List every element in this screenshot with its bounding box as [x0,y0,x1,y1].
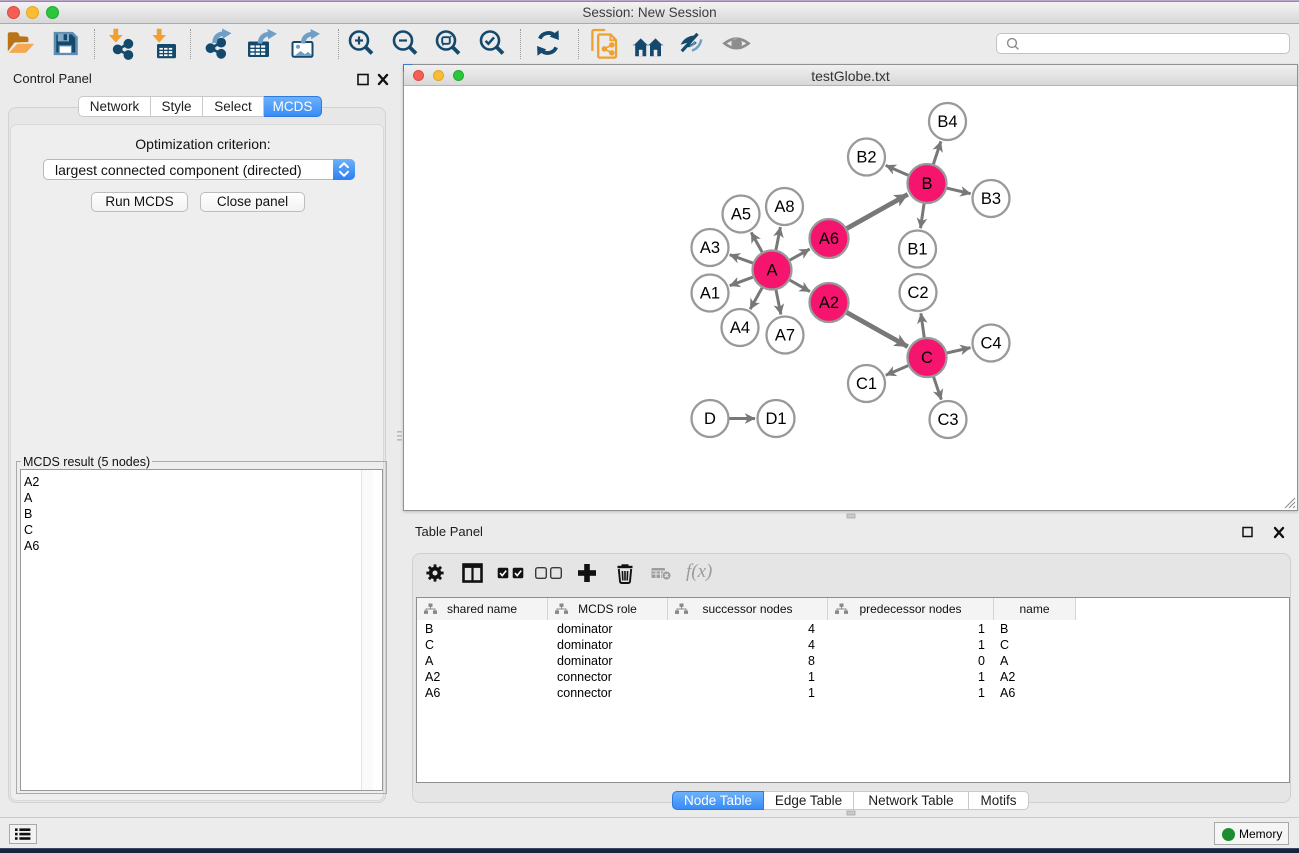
svg-text:B4: B4 [937,113,957,131]
svg-text:A1: A1 [700,285,720,303]
svg-text:A2: A2 [819,294,839,312]
svg-text:C3: C3 [937,411,958,429]
svg-text:A7: A7 [775,327,795,345]
svg-text:A3: A3 [700,239,720,257]
svg-text:B3: B3 [981,190,1001,208]
svg-text:A5: A5 [731,206,751,224]
svg-text:A6: A6 [819,230,839,248]
svg-text:A8: A8 [774,198,794,216]
svg-text:D: D [704,410,716,428]
svg-text:C1: C1 [856,375,877,393]
svg-text:A4: A4 [730,319,750,337]
svg-text:B1: B1 [907,241,927,259]
svg-text:A: A [766,262,777,280]
svg-text:B2: B2 [856,149,876,167]
svg-text:B: B [921,175,932,193]
svg-text:D1: D1 [765,410,786,428]
svg-text:C4: C4 [980,335,1001,353]
svg-text:C2: C2 [907,284,928,302]
svg-text:C: C [921,349,933,367]
